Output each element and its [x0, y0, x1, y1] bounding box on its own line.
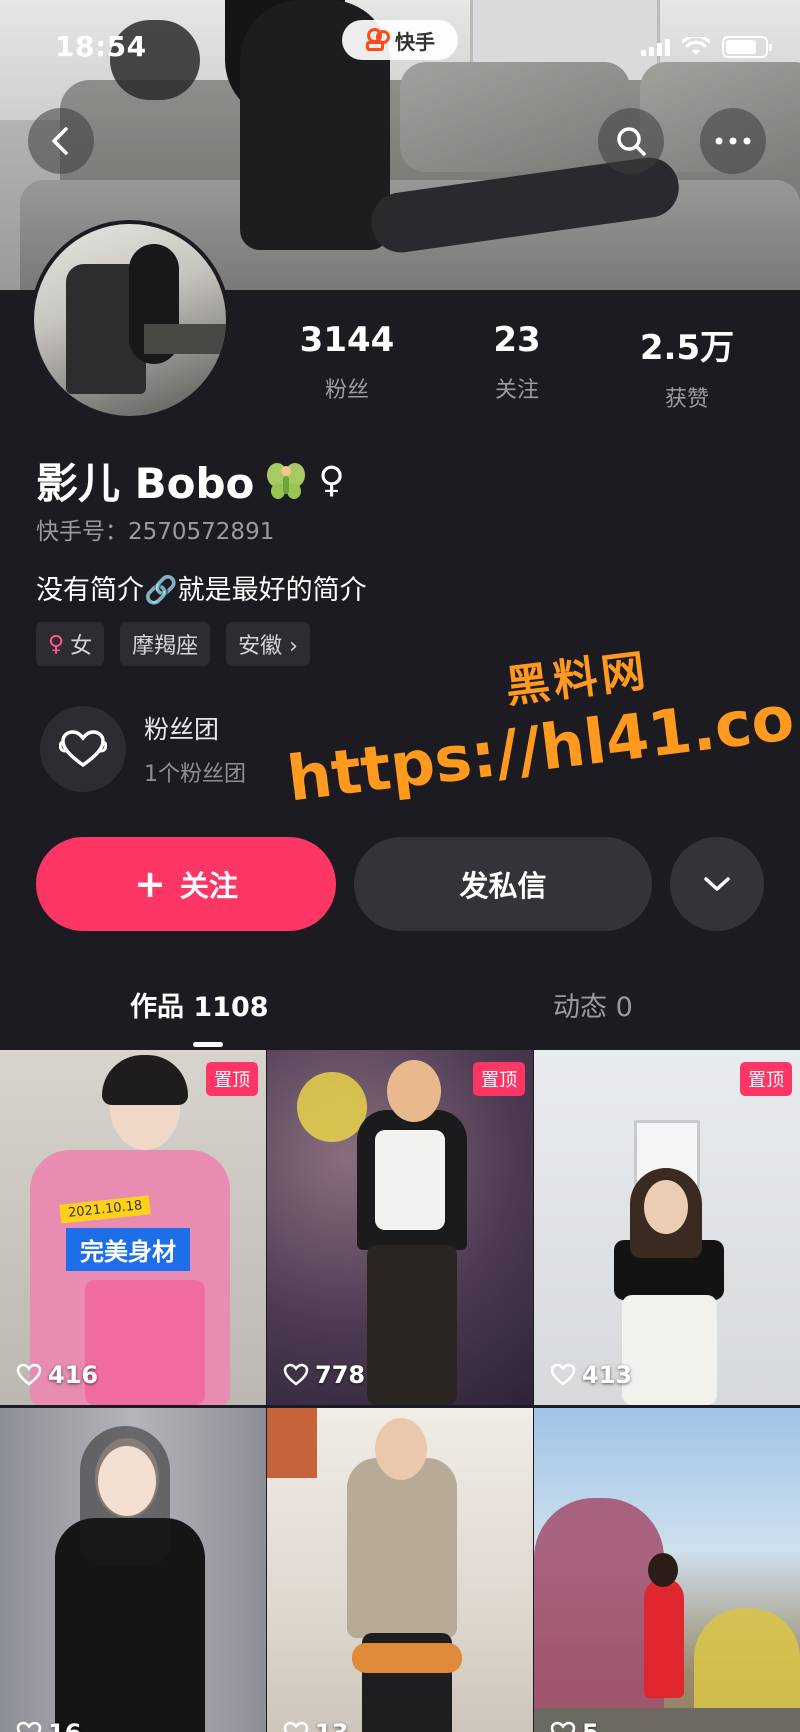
kuaishou-id-value: 2570572891	[128, 519, 275, 545]
name-row: 影儿 Bobo ♀	[36, 450, 345, 511]
video-caption: 完美身材	[66, 1228, 190, 1271]
stat-fans[interactable]: 3144 粉丝	[262, 320, 432, 413]
stat-value: 3144	[299, 320, 395, 360]
likes-count: 416	[48, 1361, 99, 1389]
video-thumbnail[interactable]: 置顶 2021.10.18 完美身材 416	[0, 1050, 266, 1405]
tab-indicator	[193, 1042, 223, 1047]
pinned-badge: 置顶	[740, 1062, 792, 1096]
profile-tags: ♀ 女 摩羯座 安徽 ›	[36, 622, 310, 666]
plus-icon: +	[134, 862, 166, 906]
video-likes: 16	[16, 1719, 81, 1732]
stat-label: 获赞	[664, 387, 709, 412]
watermark: 黑料网 https://hl41.co	[276, 617, 798, 815]
profile-name: 影儿 Bobo	[36, 459, 255, 508]
profile-bio: 没有简介🔗就是最好的简介	[36, 575, 367, 606]
signal-icon	[641, 38, 670, 56]
app-name: 快手	[395, 29, 435, 54]
video-thumbnail[interactable]: 13	[267, 1408, 533, 1732]
follow-label: 关注	[179, 869, 238, 903]
likes-count: 413	[582, 1361, 633, 1389]
search-icon	[617, 127, 646, 156]
back-button[interactable]	[28, 108, 94, 174]
stat-value: 23	[493, 320, 541, 360]
message-label: 发私信	[459, 869, 547, 903]
pinned-badge: 置顶	[206, 1062, 258, 1096]
video-likes: 413	[550, 1361, 632, 1389]
video-likes: 13	[283, 1719, 348, 1732]
more-button[interactable]	[700, 108, 766, 174]
heart-icon	[550, 1721, 576, 1732]
heart-icon	[283, 1721, 309, 1732]
chevron-down-icon	[704, 877, 730, 891]
wifi-icon	[682, 37, 710, 55]
back-icon	[52, 127, 68, 155]
stat-label: 粉丝	[324, 378, 369, 403]
content-tabs: 作品 1108 动态 0	[0, 985, 800, 1035]
tag-constellation: 摩羯座	[120, 622, 211, 666]
likes-count: 778	[315, 1361, 366, 1389]
video-thumbnail[interactable]: 16	[0, 1408, 266, 1732]
video-thumbnail[interactable]: 置顶 413	[534, 1050, 800, 1405]
avatar[interactable]	[30, 220, 230, 420]
stat-value: 2.5万	[639, 328, 735, 368]
more-icon	[715, 137, 751, 145]
video-likes: 416	[16, 1361, 98, 1389]
stat-following[interactable]: 23 关注	[432, 320, 602, 413]
heart-icon	[283, 1363, 309, 1386]
video-thumbnail[interactable]: 置顶 778	[267, 1050, 533, 1405]
likes-count: 13	[315, 1719, 348, 1732]
stat-likes: 2.5万 获赞	[602, 320, 772, 413]
video-grid: 置顶 2021.10.18 完美身材 416 置顶 778 置顶 413	[0, 1050, 800, 1732]
kuaishou-logo-icon	[365, 28, 390, 52]
kuaishou-id-label: 快手号：	[36, 519, 128, 545]
likes-count: 16	[48, 1719, 81, 1732]
kuaishou-id: 快手号：2570572891	[36, 512, 274, 546]
video-likes: 778	[283, 1361, 365, 1389]
heart-icon	[16, 1721, 42, 1732]
system-icons	[641, 36, 772, 58]
tag-label: 摩羯座	[132, 634, 199, 659]
message-button[interactable]: 发私信	[354, 837, 652, 931]
tag-label: 安徽 ›	[238, 634, 298, 659]
tag-label: 女	[70, 634, 93, 659]
battery-icon	[722, 36, 772, 58]
expand-button[interactable]	[670, 837, 764, 931]
stat-label: 关注	[494, 378, 539, 403]
heart-icon	[550, 1363, 576, 1386]
tag-gender: ♀ 女	[36, 622, 105, 666]
tag-location[interactable]: 安徽 ›	[226, 622, 310, 666]
fan-heart-icon	[40, 706, 126, 792]
gender-icon: ♀	[318, 460, 345, 501]
follow-button[interactable]: + 关注	[36, 837, 336, 931]
fan-group-subtitle: 1个粉丝团	[144, 762, 246, 787]
tab-works[interactable]: 作品 1108	[130, 985, 269, 1024]
profile-stats: 3144 粉丝 23 关注 2.5万 获赞	[262, 320, 772, 413]
video-likes: 5	[550, 1719, 599, 1732]
fan-group-title: 粉丝团	[144, 715, 220, 744]
fan-group[interactable]: 粉丝团 1个粉丝团	[40, 706, 246, 792]
heart-icon	[16, 1363, 42, 1386]
likes-count: 5	[582, 1719, 599, 1732]
pinned-badge: 置顶	[473, 1062, 525, 1096]
app-pill: 快手	[342, 20, 458, 60]
fairy-icon	[267, 462, 306, 499]
video-thumbnail[interactable]: 5	[534, 1408, 800, 1732]
female-icon: ♀	[48, 631, 65, 657]
tab-moments[interactable]: 动态 0	[553, 985, 633, 1024]
status-time: 18:54	[55, 30, 147, 63]
search-button[interactable]	[598, 108, 664, 174]
